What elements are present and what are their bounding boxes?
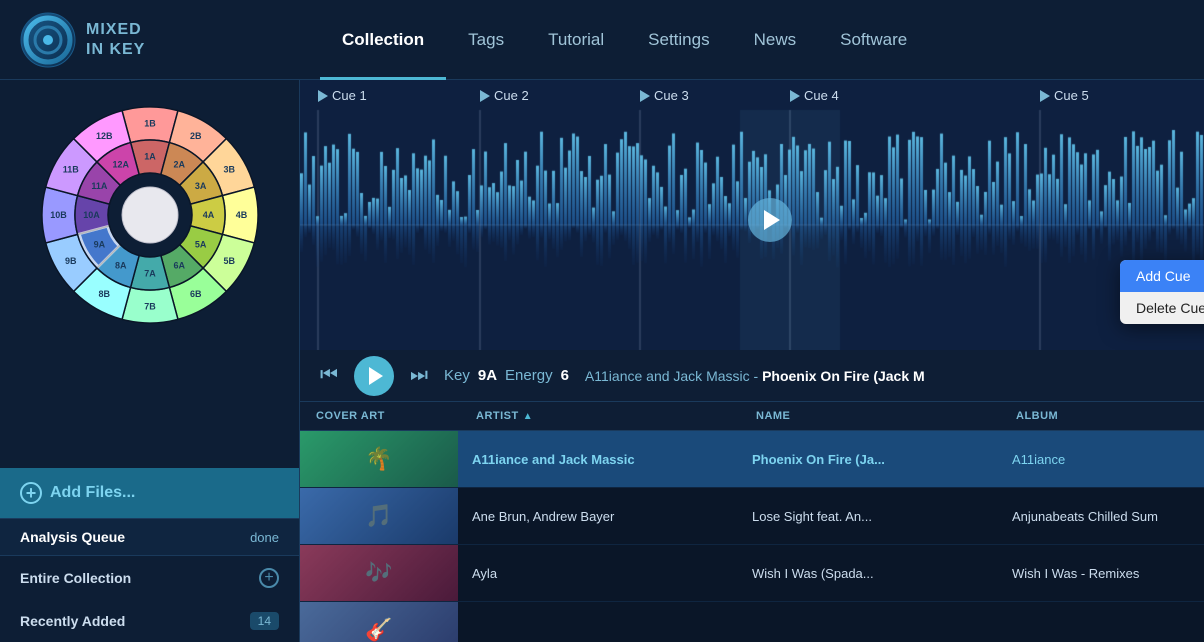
- context-menu-add-cue[interactable]: Add Cue: [1120, 260, 1204, 292]
- analysis-queue: Analysis Queue done: [0, 518, 299, 556]
- nav-software[interactable]: Software: [818, 0, 929, 80]
- nav-tags[interactable]: Tags: [446, 0, 526, 80]
- main-content: 1B 1A 2B 2A 3B 3A 4B 4A 5B 5A 6B 6A 7B 7A 8B 8A 9B 9A 10B 1…: [0, 80, 1204, 642]
- table-row[interactable]: 🎵 Ane Brun, Andrew Bayer Lose Sight feat…: [300, 488, 1204, 545]
- logo-text: MIXED IN KEY: [86, 20, 145, 58]
- sidebar: 1B 1A 2B 2A 3B 3A 4B 4A 5B 5A 6B 6A 7B 7A 8B 8A 9B 9A 10B 1…: [0, 80, 300, 642]
- track-name-3: Wish I Was (Spada...: [740, 558, 1000, 589]
- transport-bar: ⏮ ⏭ Key 9A Energy 6 A11iance and Jack Ma…: [300, 350, 1204, 402]
- col-header-cover-art: COVER ART: [304, 402, 464, 430]
- track-list-header: COVER ART ARTIST ▲ NAME ALBUM: [300, 402, 1204, 431]
- play-button[interactable]: [354, 356, 394, 396]
- svg-text:1B: 1B: [144, 119, 156, 129]
- cover-art-4: 🎸: [300, 602, 458, 642]
- context-menu-delete-cue[interactable]: Delete Cue 4: [1120, 292, 1204, 324]
- svg-text:10A: 10A: [83, 210, 100, 220]
- sidebar-item-entire-collection[interactable]: Entire Collection +: [0, 556, 299, 600]
- svg-text:3B: 3B: [223, 164, 235, 174]
- svg-text:6B: 6B: [189, 289, 201, 299]
- track-artist-1: A11iance and Jack Massic: [460, 444, 740, 475]
- track-album-3: Wish I Was - Remixes: [1000, 558, 1204, 589]
- svg-text:5A: 5A: [194, 239, 206, 249]
- add-files-button[interactable]: + Add Files...: [0, 468, 299, 518]
- svg-text:4B: 4B: [235, 210, 247, 220]
- svg-text:2A: 2A: [173, 159, 185, 169]
- table-row[interactable]: 🎶 Ayla Wish I Was (Spada... Wish I Was -…: [300, 545, 1204, 602]
- col-header-name: NAME: [744, 402, 1004, 430]
- add-files-plus-icon: +: [20, 482, 42, 504]
- svg-text:11B: 11B: [62, 164, 79, 174]
- col-header-artist[interactable]: ARTIST ▲: [464, 402, 744, 430]
- track-name-2: Lose Sight feat. An...: [740, 501, 1000, 532]
- svg-text:1A: 1A: [144, 152, 156, 162]
- camelot-wheel: 1B 1A 2B 2A 3B 3A 4B 4A 5B 5A 6B 6A 7B 7A 8B 8A 9B 9A 10B 1…: [35, 100, 265, 330]
- svg-text:11A: 11A: [91, 181, 108, 191]
- header: MIXED IN KEY Collection Tags Tutorial Se…: [0, 0, 1204, 80]
- svg-text:9A: 9A: [93, 239, 105, 249]
- track-album-1: A11iance: [1000, 444, 1204, 475]
- track-album-4: [1000, 622, 1204, 638]
- svg-text:9B: 9B: [65, 256, 77, 266]
- svg-text:7B: 7B: [144, 302, 156, 312]
- svg-text:2B: 2B: [189, 131, 201, 141]
- logo-icon: [20, 12, 76, 68]
- table-row[interactable]: 🎸: [300, 602, 1204, 642]
- svg-text:12B: 12B: [95, 131, 112, 141]
- track-name-4: [740, 622, 1000, 638]
- svg-text:8B: 8B: [98, 289, 110, 299]
- track-artist-3: Ayla: [460, 558, 740, 589]
- table-row[interactable]: 🌴 A11iance and Jack Massic Phoenix On Fi…: [300, 431, 1204, 488]
- skip-forward-button[interactable]: ⏭: [410, 364, 428, 387]
- context-menu: Add Cue Delete Cue 4: [1120, 260, 1204, 324]
- key-energy-display: Key 9A Energy 6: [444, 367, 569, 384]
- analysis-queue-label: Analysis Queue: [20, 529, 125, 545]
- nav-tutorial[interactable]: Tutorial: [526, 0, 626, 80]
- waveform-area[interactable]: Cue 1 Cue 2 Cue 3 Cue 4 Cue 5: [300, 80, 1204, 350]
- track-artist-4: [460, 622, 740, 638]
- svg-text:3A: 3A: [194, 181, 206, 191]
- artist-sort-arrow: ▲: [523, 411, 533, 422]
- track-artist-2: Ane Brun, Andrew Bayer: [460, 501, 740, 532]
- recently-added-badge: 14: [250, 612, 279, 630]
- content-area: Cue 1 Cue 2 Cue 3 Cue 4 Cue 5: [300, 80, 1204, 642]
- nav-settings[interactable]: Settings: [626, 0, 731, 80]
- svg-text:10B: 10B: [50, 210, 67, 220]
- sidebar-item-recently-added[interactable]: Recently Added 14: [0, 600, 299, 642]
- track-info: A11iance and Jack Massic - Phoenix On Fi…: [585, 368, 1184, 384]
- logo-area: MIXED IN KEY: [20, 12, 320, 68]
- skip-back-button[interactable]: ⏮: [320, 364, 338, 387]
- analysis-queue-status: done: [250, 530, 279, 545]
- main-nav: Collection Tags Tutorial Settings News S…: [320, 0, 1184, 80]
- cover-art-1: 🌴: [300, 431, 458, 487]
- svg-text:7A: 7A: [144, 269, 156, 279]
- track-name-1: Phoenix On Fire (Ja...: [740, 444, 1000, 475]
- track-album-2: Anjunabeats Chilled Sum: [1000, 501, 1204, 532]
- waveform-play-button[interactable]: [748, 198, 792, 242]
- entire-collection-add-icon[interactable]: +: [259, 568, 279, 588]
- svg-text:6A: 6A: [173, 261, 185, 271]
- nav-collection[interactable]: Collection: [320, 0, 446, 80]
- cover-art-3: 🎶: [300, 545, 458, 601]
- svg-text:8A: 8A: [114, 261, 126, 271]
- sidebar-section: Analysis Queue done Entire Collection + …: [0, 518, 299, 642]
- col-header-album: ALBUM: [1004, 402, 1200, 430]
- cover-art-2: 🎵: [300, 488, 458, 544]
- nav-news[interactable]: News: [732, 0, 819, 80]
- track-list: COVER ART ARTIST ▲ NAME ALBUM 🌴 A11iance…: [300, 402, 1204, 642]
- svg-text:5B: 5B: [223, 256, 235, 266]
- svg-text:4A: 4A: [202, 210, 214, 220]
- svg-text:12A: 12A: [112, 159, 129, 169]
